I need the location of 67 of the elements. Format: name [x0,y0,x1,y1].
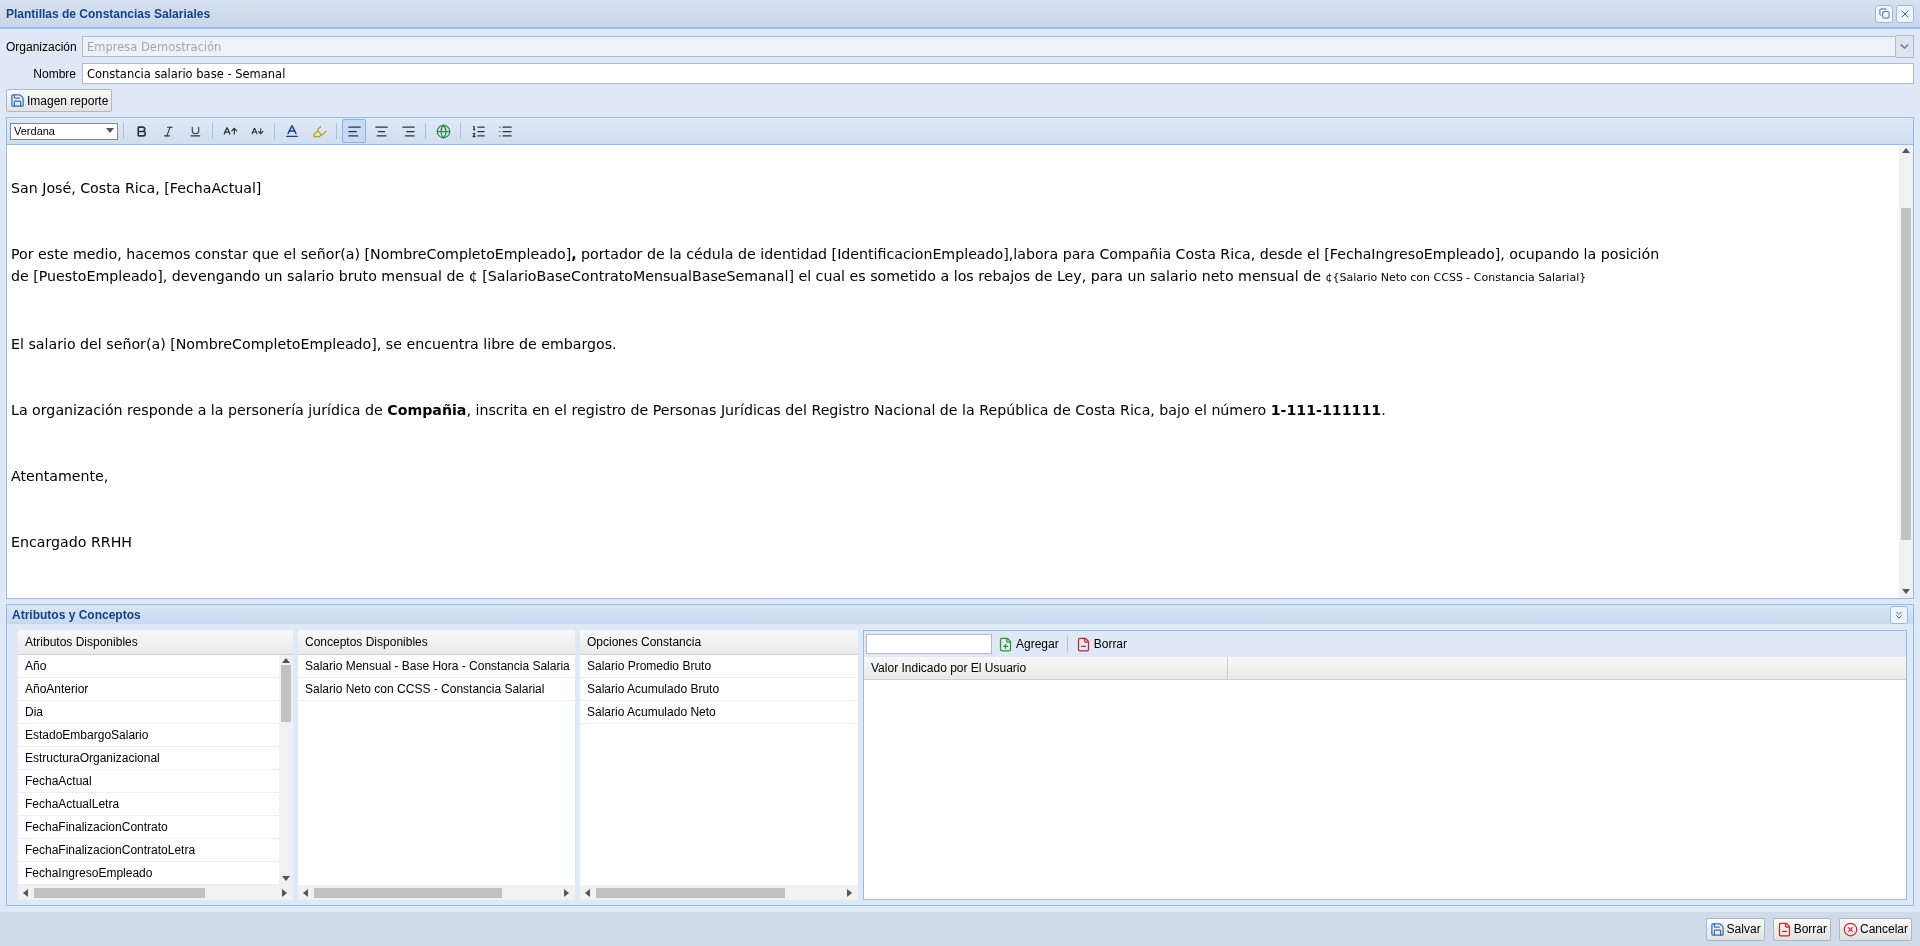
scrollbar[interactable] [279,655,293,885]
scrollbar[interactable] [580,885,858,900]
column-header: Opciones Constancia [580,630,858,655]
list-item[interactable]: EstadoEmbargoSalario [18,724,279,747]
list-item[interactable]: FechaActualLetra [18,793,279,816]
delete-button[interactable]: Borrar [1772,917,1831,941]
save-button[interactable]: Salvar [1705,917,1765,941]
column-header: Atributos Disponibles [18,630,293,655]
paragraph: Por este medio, hacemos constar que el señor(a) [NombreCompletoEmpleado], portador de la cédula de identidad [IdentificacionEmpleado],labora para Compañia Costa Rica, desde el [FechaIngresoEmpleado], ocupando la posición de [PuestoEmpleado], devengando un salario bruto mensual de ¢ [SalarioBaseContratoMensualBaseSemanal] el cual es sometido a los rebajos de Ley, para un salario neto mensual de ¢{Salario Neto con CCSS - Constancia Salarial} [11,245,1661,286]
add-button[interactable]: Agregar [996,636,1061,652]
list-item[interactable]: Salario Acumulado Neto [580,701,858,724]
name-field[interactable]: Constancia salario base - Semanal [82,63,1914,84]
save-icon [10,93,25,108]
value-input[interactable] [866,634,992,654]
delete-button[interactable]: Borrar [1073,636,1130,652]
down-arrow-icon[interactable] [1902,588,1910,596]
list-item[interactable]: Salario Neto con CCSS - Constancia Salarial [298,678,575,701]
save-icon [1709,921,1725,937]
restore-icon[interactable] [1875,4,1893,23]
paragraph: San José, Costa Rica, [FechaActual] [11,179,263,198]
right-arrow-icon[interactable] [281,888,289,897]
paragraph: Atentamente, [11,467,110,486]
list-item[interactable]: Salario Acumulado Bruto [580,678,858,701]
scrollbar-thumb[interactable] [1901,208,1911,541]
field-label: Nombre [32,66,76,81]
paragraph: El salario del señor(a) [NombreCompletoEmpleado], se encuentra libre de embargos. [11,335,618,354]
scrollbar[interactable] [298,885,575,900]
document-minus-icon [1075,636,1091,652]
left-arrow-icon[interactable] [22,888,30,897]
column-header: Conceptos Disponibles [298,630,575,655]
scrollbar[interactable] [1899,145,1913,598]
list-item[interactable]: FechaFinalizacionContrato [18,816,279,839]
list-item[interactable]: Dia [18,701,279,724]
list-item[interactable]: FechaActual [18,770,279,793]
document-plus-icon [998,636,1013,652]
left-arrow-icon[interactable] [584,888,592,897]
list-item[interactable]: AñoAnterior [18,678,279,701]
align-left-icon[interactable] [342,119,366,143]
cancel-button[interactable]: Cancelar [1838,917,1912,941]
list-item[interactable]: EstructuraOrganizacional [18,747,279,770]
close-icon[interactable] [1896,4,1914,23]
scrollbar[interactable] [18,885,293,900]
font-select[interactable]: Verdana [10,122,118,140]
scrollbar-thumb[interactable] [34,887,205,898]
list-item[interactable]: FechaFinalizacionContratoLetra [18,839,279,862]
up-arrow-icon[interactable] [282,657,290,665]
paragraph: Encargado RRHH [11,533,133,552]
window-title: Plantillas de Constancias Salariales [6,6,211,21]
document-minus-icon [1776,921,1792,937]
scrollbar-thumb[interactable] [596,887,785,898]
list-item[interactable]: Año [18,655,279,678]
scrollbar-thumb[interactable] [314,887,503,898]
column-header: Valor Indicado por El Usuario [864,657,1228,679]
up-arrow-icon[interactable] [1902,147,1910,155]
paragraph: La organización responde a la personería jurídica de Compañia, inscrita en el registro de Personas Jurídicas del Registro Nacional de la República de Costa Rica, bajo el número 1-111-111111. [11,401,1387,420]
scrollbar-thumb[interactable] [281,665,291,722]
right-arrow-icon[interactable] [846,888,854,897]
field-label: Organización [6,39,76,54]
list-item[interactable]: Salario Mensual - Base Hora - Constancia Salaria [298,655,575,678]
right-arrow-icon[interactable] [563,888,571,897]
down-arrow-icon[interactable] [282,875,290,883]
cancel-icon [1842,921,1858,937]
down-arrow-icon[interactable] [106,127,114,135]
image-report-button[interactable]: Imagen reporte [6,89,113,112]
left-arrow-icon[interactable] [302,888,310,897]
list-item[interactable]: Salario Promedio Bruto [580,655,858,678]
panel-title: Atributos y Conceptos [12,607,141,622]
